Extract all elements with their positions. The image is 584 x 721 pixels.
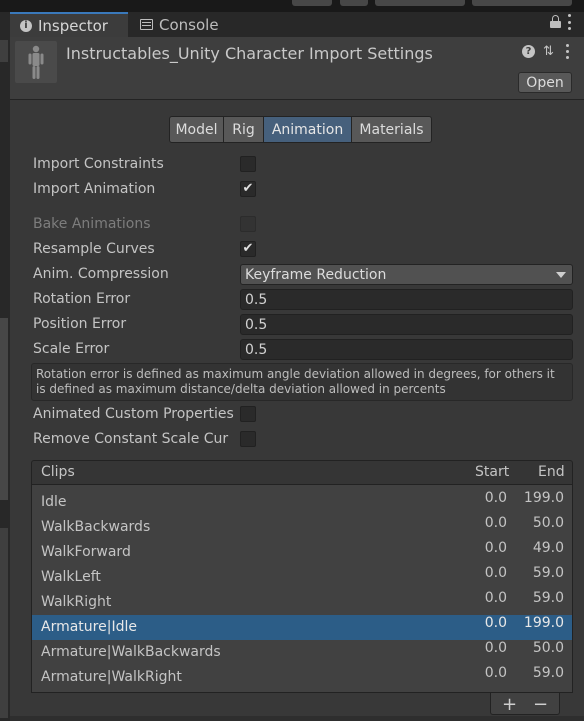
kebab-menu-icon[interactable] [568,14,572,30]
info-icon: i [20,19,32,32]
clips-footer [490,693,560,715]
clip-start: 0.0 [484,490,507,506]
clip-name: Armature|WalkBackwards [41,644,221,660]
tab-materials[interactable]: Materials [351,116,432,143]
bake-animations-label: Bake Animations [33,216,151,232]
help-box: Rotation error is defined as maximum ang… [31,363,573,401]
kebab-menu-icon[interactable] [566,44,570,59]
rotation-error-field[interactable]: 0.5 [240,289,573,310]
clip-end: 50.0 [532,515,564,531]
clip-row[interactable]: WalkLeft 0.0 59.0 [32,565,572,590]
remove-constant-scale-label: Remove Constant Scale Cur [33,431,229,447]
clip-name: WalkRight [41,594,112,610]
clip-name: WalkBackwards [41,519,151,535]
divider [10,99,584,100]
asset-thumbnail [15,41,57,83]
open-button[interactable]: Open [518,72,572,93]
clip-start: 0.0 [484,515,507,531]
tab-console-label: Console [159,15,219,34]
tab-console[interactable]: Console [140,12,240,37]
clip-start: 0.0 [484,615,507,631]
asset-title: Instructables_Unity Character Import Set… [66,44,433,63]
tab-inspector[interactable]: i Inspector [10,12,128,37]
animated-custom-properties-checkbox[interactable] [240,406,256,422]
clip-end: 59.0 [532,665,564,681]
anim-compression-label: Anim. Compression [33,266,169,282]
left-panel-strip [0,318,8,500]
tab-model[interactable]: Model [169,116,224,143]
clips-column-end: End [538,464,565,480]
clip-start: 0.0 [484,665,507,681]
toolbar-button-partial[interactable] [292,0,332,6]
clip-row[interactable]: Idle 0.0 199.0 [32,490,572,515]
clip-row-selected[interactable]: Armature|Idle 0.0 199.0 [32,615,572,640]
import-animation-checkbox[interactable]: ✔ [240,181,256,197]
position-error-label: Position Error [33,316,127,332]
clip-end: 49.0 [532,540,564,556]
clip-name: Idle [41,494,67,510]
console-icon [140,19,153,30]
clip-row[interactable]: WalkBackwards 0.0 50.0 [32,515,572,540]
add-clip-button[interactable]: + [502,694,517,715]
clip-name: WalkForward [41,544,131,560]
import-constraints-checkbox[interactable] [240,156,256,172]
help-icon[interactable]: ? [522,45,535,58]
avatar-icon [28,45,44,79]
tab-inspector-label: Inspector [38,16,108,35]
clip-name: Armature|WalkRight [41,669,182,685]
clip-start: 0.0 [484,565,507,581]
clips-column-start: Start [475,464,510,480]
clips-column-name: Clips [41,464,75,480]
clip-end: 50.0 [532,640,564,656]
preset-icon[interactable]: ⇅ [543,45,556,58]
clip-name: Armature|Idle [41,619,137,635]
clip-start: 0.0 [484,590,507,606]
checkmark-icon: ✔ [242,241,254,256]
animated-custom-properties-label: Animated Custom Properties [33,406,234,422]
bottom-bar [10,716,584,721]
import-animation-label: Import Animation [33,181,156,197]
scale-error-label: Scale Error [33,341,110,357]
toolbar-button-partial[interactable] [375,0,465,6]
clip-row[interactable]: WalkForward 0.0 49.0 [32,540,572,565]
lock-icon[interactable] [550,15,561,28]
position-error-field[interactable]: 0.5 [240,314,573,335]
clip-name: WalkLeft [41,569,101,585]
bake-animations-checkbox [240,216,256,232]
scale-error-field[interactable]: 0.5 [240,339,573,360]
clip-start: 0.0 [484,540,507,556]
anim-compression-dropdown[interactable]: Keyframe Reduction [240,264,573,285]
remove-constant-scale-checkbox[interactable] [240,431,256,447]
clip-row[interactable]: WalkRight 0.0 59.0 [32,590,572,615]
anim-compression-value: Keyframe Reduction [245,266,387,283]
rotation-error-label: Rotation Error [33,291,131,307]
resample-curves-label: Resample Curves [33,241,155,257]
import-constraints-label: Import Constraints [33,156,164,172]
toolbar-button-partial[interactable] [340,0,368,6]
remove-clip-button[interactable]: − [533,694,548,715]
chevron-down-icon [556,272,566,278]
left-panel-strip [0,528,8,718]
resample-curves-checkbox[interactable]: ✔ [240,241,256,257]
clip-end: 199.0 [523,490,564,506]
clip-start: 0.0 [484,640,507,656]
clip-end: 59.0 [532,565,564,581]
clip-end: 59.0 [532,590,564,606]
clip-row[interactable]: Armature|WalkRight 0.0 59.0 [32,665,572,690]
tab-animation[interactable]: Animation [263,116,352,143]
tab-rig[interactable]: Rig [223,116,264,143]
clip-end: 199.0 [523,615,564,631]
left-panel-strip [0,40,8,62]
clip-row[interactable]: Armature|WalkBackwards 0.0 50.0 [32,640,572,665]
checkmark-icon: ✔ [242,181,254,196]
toolbar-button-partial[interactable] [472,0,572,6]
